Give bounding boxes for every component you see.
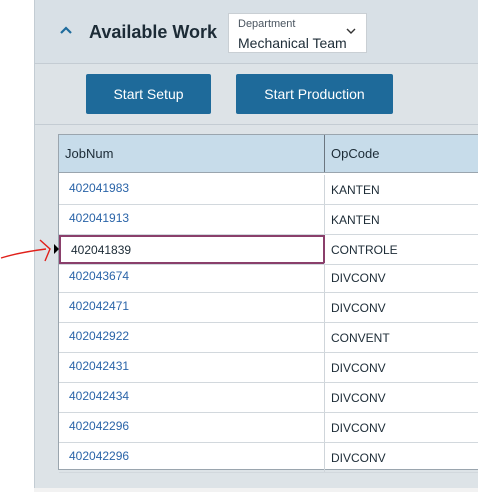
jobnum-cell[interactable]: 402042431 (59, 353, 325, 382)
opcode-cell[interactable]: DIVCONV (325, 443, 478, 472)
jobnum-cell[interactable]: 402041839 (59, 235, 325, 264)
department-value: Mechanical Team (238, 35, 347, 51)
opcode-cell[interactable]: DIVCONV (325, 383, 478, 412)
opcode-cell[interactable]: CONTROLE (325, 235, 478, 264)
table-row[interactable]: 402041839 CONTROLE (54, 235, 478, 265)
panel-footer (34, 488, 478, 492)
table-row[interactable]: 402041913 KANTEN (59, 205, 478, 235)
start-production-button[interactable]: Start Production (236, 74, 393, 114)
jobnum-cell[interactable]: 402042434 (59, 383, 325, 412)
annotation-arrow (0, 239, 51, 262)
department-select[interactable]: Department Mechanical Team (228, 13, 367, 53)
chevron-up-icon[interactable] (58, 22, 74, 38)
jobnum-cell[interactable]: 402042296 (59, 443, 325, 472)
jobnum-cell[interactable]: 402041913 (59, 205, 325, 234)
jobnum-cell[interactable]: 402041983 (59, 175, 325, 204)
column-header-opcode[interactable]: OpCode (325, 135, 478, 172)
available-work-panel: Available Work Department Mechanical Tea… (34, 0, 478, 488)
table-row[interactable]: 402042922 CONVENT (59, 323, 478, 353)
column-header-jobnum[interactable]: JobNum (59, 135, 325, 172)
table-row[interactable]: 402041983 KANTEN (59, 175, 478, 205)
divider (35, 124, 478, 125)
jobnum-cell[interactable]: 402042922 (59, 323, 325, 352)
table-row[interactable]: 402042431 DIVCONV (59, 353, 478, 383)
jobnum-cell[interactable]: 402042471 (59, 293, 325, 322)
table-row[interactable]: 402042296 DIVCONV (59, 443, 478, 473)
table-row[interactable]: 402042434 DIVCONV (59, 383, 478, 413)
panel-header: Available Work Department Mechanical Tea… (35, 0, 478, 64)
opcode-cell[interactable]: DIVCONV (325, 293, 478, 322)
opcode-cell[interactable]: DIVCONV (325, 263, 478, 292)
chevron-down-icon (345, 25, 357, 40)
jobnum-cell[interactable]: 402042296 (59, 413, 325, 442)
start-setup-button[interactable]: Start Setup (86, 74, 211, 114)
opcode-cell[interactable]: CONVENT (325, 323, 478, 352)
opcode-cell[interactable]: DIVCONV (325, 413, 478, 442)
opcode-cell[interactable]: DIVCONV (325, 353, 478, 382)
opcode-cell[interactable]: KANTEN (325, 175, 478, 204)
grid-header: JobNum OpCode (59, 135, 478, 173)
department-label: Department (238, 18, 296, 30)
table-row[interactable]: 402042471 DIVCONV (59, 293, 478, 323)
table-row[interactable]: 402042296 DIVCONV (59, 413, 478, 443)
available-work-grid: JobNum OpCode 402041983 KANTEN 402041913 KA… (54, 134, 478, 473)
jobnum-cell[interactable]: 402043674 (59, 263, 325, 292)
opcode-cell[interactable]: KANTEN (325, 205, 478, 234)
table-row[interactable]: 402043674 DIVCONV (59, 263, 478, 293)
panel-title: Available Work (89, 22, 218, 42)
